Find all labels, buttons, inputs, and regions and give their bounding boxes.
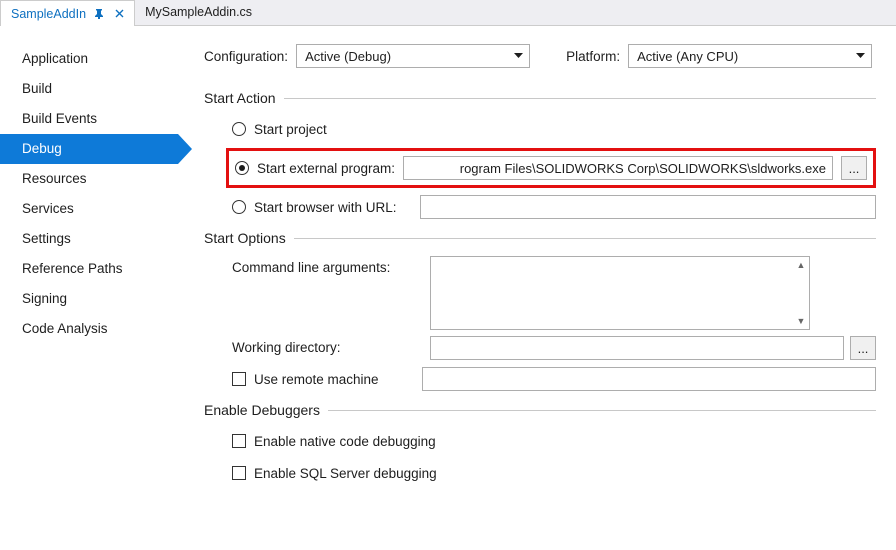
sql-debug-row: Enable SQL Server debugging (232, 460, 876, 486)
radio-label-browser: Start browser with URL: (254, 200, 412, 215)
group-header-label: Enable Debuggers (204, 402, 320, 418)
browse-working-dir-button[interactable]: ... (850, 336, 876, 360)
sql-debug-label: Enable SQL Server debugging (254, 466, 437, 481)
checkbox-use-remote-machine[interactable] (232, 372, 246, 386)
config-platform-row: Configuration: Active (Debug) Platform: … (204, 44, 876, 68)
tab-project-properties[interactable]: SampleAddIn (0, 0, 135, 26)
radio-start-project[interactable] (232, 122, 246, 136)
sidebar-item-resources[interactable]: Resources (0, 164, 178, 194)
external-program-path-input[interactable]: rogram Files\SOLIDWORKS Corp\SOLIDWORKS\… (403, 156, 833, 180)
scroll-up-icon[interactable]: ▲ (796, 260, 806, 270)
cmdline-args-label: Command line arguments: (232, 256, 420, 275)
divider (284, 98, 876, 99)
divider (328, 410, 876, 411)
debug-settings-panel: Configuration: Active (Debug) Platform: … (178, 26, 896, 550)
checkbox-native-debug[interactable] (232, 434, 246, 448)
platform-label: Platform: (566, 49, 620, 64)
pin-icon[interactable] (92, 7, 106, 21)
native-debug-label: Enable native code debugging (254, 434, 436, 449)
cmdline-args-textarea[interactable]: ▲ ▼ (430, 256, 810, 330)
browse-external-program-button[interactable]: ... (841, 156, 867, 180)
remote-machine-input[interactable] (422, 367, 876, 391)
group-header-label: Start Action (204, 90, 276, 106)
group-start-options: Start Options (204, 230, 876, 246)
cmdline-args-row: Command line arguments: ▲ ▼ (232, 256, 876, 330)
sidebar-item-debug[interactable]: Debug (0, 134, 178, 164)
group-header-label: Start Options (204, 230, 286, 246)
highlight-box: Start external program: rogram Files\SOL… (226, 148, 876, 188)
sidebar-item-services[interactable]: Services (0, 194, 178, 224)
working-dir-input[interactable] (430, 336, 844, 360)
radio-start-external-program[interactable] (235, 161, 249, 175)
tab-label: MySampleAddin.cs (145, 5, 252, 19)
sidebar-item-settings[interactable]: Settings (0, 224, 178, 254)
group-enable-debuggers: Enable Debuggers (204, 402, 876, 418)
option-start-project-row: Start project (232, 116, 876, 142)
configuration-dropdown[interactable]: Active (Debug) (296, 44, 530, 68)
chevron-down-icon (511, 49, 525, 63)
document-tabs: SampleAddIn MySampleAddin.cs (0, 0, 896, 26)
working-dir-label: Working directory: (232, 336, 420, 355)
sidebar-item-application[interactable]: Application (0, 44, 178, 74)
settings-sidebar: Application Build Build Events Debug Res… (0, 26, 178, 550)
working-dir-row: Working directory: ... (232, 336, 876, 360)
remote-machine-label: Use remote machine (254, 372, 414, 387)
browser-url-input[interactable] (420, 195, 876, 219)
close-icon[interactable] (112, 7, 126, 21)
platform-dropdown[interactable]: Active (Any CPU) (628, 44, 872, 68)
chevron-down-icon (853, 49, 867, 63)
sidebar-item-reference-paths[interactable]: Reference Paths (0, 254, 178, 284)
sidebar-item-signing[interactable]: Signing (0, 284, 178, 314)
option-external-program-row: Start external program: (235, 155, 395, 181)
configuration-label: Configuration: (204, 49, 288, 64)
remote-machine-row: Use remote machine (232, 366, 876, 392)
native-debug-row: Enable native code debugging (232, 428, 876, 454)
tab-source-file[interactable]: MySampleAddin.cs (135, 0, 260, 25)
radio-label-start-project: Start project (254, 122, 327, 137)
option-browser-url-row: Start browser with URL: (232, 194, 876, 220)
platform-value: Active (Any CPU) (637, 49, 847, 64)
radio-label-external-program: Start external program: (257, 161, 395, 176)
sidebar-item-build-events[interactable]: Build Events (0, 104, 178, 134)
tab-label: SampleAddIn (11, 7, 86, 21)
radio-start-browser[interactable] (232, 200, 246, 214)
sidebar-item-code-analysis[interactable]: Code Analysis (0, 314, 178, 344)
content-area: Application Build Build Events Debug Res… (0, 26, 896, 550)
checkbox-sql-debug[interactable] (232, 466, 246, 480)
group-start-action: Start Action (204, 90, 876, 106)
scroll-down-icon[interactable]: ▼ (796, 316, 806, 326)
divider (294, 238, 876, 239)
configuration-value: Active (Debug) (305, 49, 505, 64)
sidebar-item-build[interactable]: Build (0, 74, 178, 104)
